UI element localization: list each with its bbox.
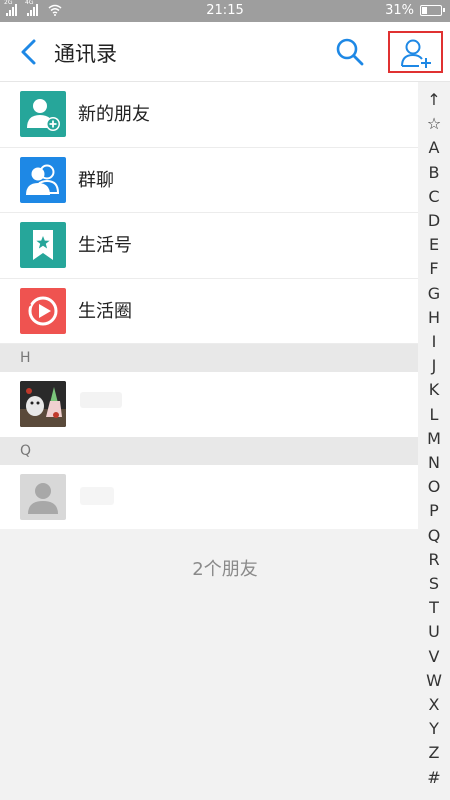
contact-list: 新的朋友 群聊 生活号 生活圈 H Q: [0, 82, 450, 529]
life-account-icon: [20, 222, 66, 268]
index-letter[interactable]: #: [418, 768, 450, 787]
alphabet-index[interactable]: ↑ ☆ A B C D E F G H I J K L M N O P Q R S T U V W X Y Z #: [418, 82, 450, 800]
default-avatar-icon: [20, 473, 66, 520]
menu-item-label: 群聊: [78, 169, 114, 191]
friend-count: 2个朋友: [192, 559, 258, 580]
search-icon[interactable]: [334, 36, 366, 68]
menu-item-life-circle[interactable]: 生活圈: [0, 278, 418, 344]
index-letter[interactable]: V: [418, 647, 450, 666]
index-letter[interactable]: D: [418, 211, 450, 230]
index-letter[interactable]: F: [418, 259, 450, 278]
contact-name-obscured: [80, 392, 122, 408]
index-letter[interactable]: K: [418, 380, 450, 399]
chevron-left-icon[interactable]: [14, 36, 44, 68]
index-letter[interactable]: L: [418, 405, 450, 424]
battery-icon: [420, 5, 445, 16]
index-letter[interactable]: N: [418, 453, 450, 472]
life-circle-icon: [20, 287, 66, 334]
page-title: 通讯录: [54, 42, 117, 66]
index-letter[interactable]: Q: [418, 526, 450, 545]
index-letter[interactable]: T: [418, 598, 450, 617]
index-letter[interactable]: A: [418, 138, 450, 157]
app-bar: 通讯录: [0, 22, 450, 82]
section-header-h: H: [0, 344, 418, 372]
index-letter[interactable]: H: [418, 308, 450, 327]
status-time: 21:15: [206, 3, 244, 18]
index-letter[interactable]: J: [418, 356, 450, 375]
index-letter[interactable]: ↑: [418, 90, 450, 109]
index-letter[interactable]: Z: [418, 743, 450, 762]
contact-name-obscured: [80, 486, 114, 505]
new-friend-icon: [20, 91, 66, 137]
menu-item-new-friends[interactable]: 新的朋友: [0, 82, 418, 148]
menu-item-group-chat[interactable]: 群聊: [0, 147, 418, 213]
avatar: [20, 381, 66, 427]
index-letter[interactable]: R: [418, 550, 450, 569]
index-letter[interactable]: ☆: [418, 114, 450, 133]
contact-row[interactable]: [0, 464, 418, 529]
index-letter[interactable]: M: [418, 429, 450, 448]
add-person-icon: [401, 39, 431, 68]
battery-percent: 31%: [385, 3, 414, 18]
add-friend-button[interactable]: [388, 31, 443, 73]
index-letter[interactable]: Y: [418, 719, 450, 738]
index-letter[interactable]: U: [418, 622, 450, 641]
battery-indicator: 31%: [385, 3, 445, 18]
menu-item-label: 生活号: [78, 235, 132, 256]
menu-item-label: 新的朋友: [78, 104, 150, 125]
section-header-q: Q: [0, 436, 418, 465]
index-letter[interactable]: I: [418, 332, 450, 351]
group-chat-icon: [20, 156, 66, 203]
index-letter[interactable]: B: [418, 163, 450, 182]
menu-item-life-account[interactable]: 生活号: [0, 213, 418, 279]
index-letter[interactable]: C: [418, 187, 450, 206]
index-letter[interactable]: O: [418, 477, 450, 496]
index-letter[interactable]: G: [418, 284, 450, 303]
contact-row[interactable]: [0, 372, 418, 437]
index-letter[interactable]: P: [418, 501, 450, 520]
index-letter[interactable]: E: [418, 235, 450, 254]
index-letter[interactable]: S: [418, 574, 450, 593]
index-letter[interactable]: X: [418, 695, 450, 714]
menu-item-label: 生活圈: [78, 300, 132, 322]
status-bar: 2G 4G 21:15 31%: [0, 0, 450, 22]
index-letter[interactable]: W: [418, 671, 450, 690]
